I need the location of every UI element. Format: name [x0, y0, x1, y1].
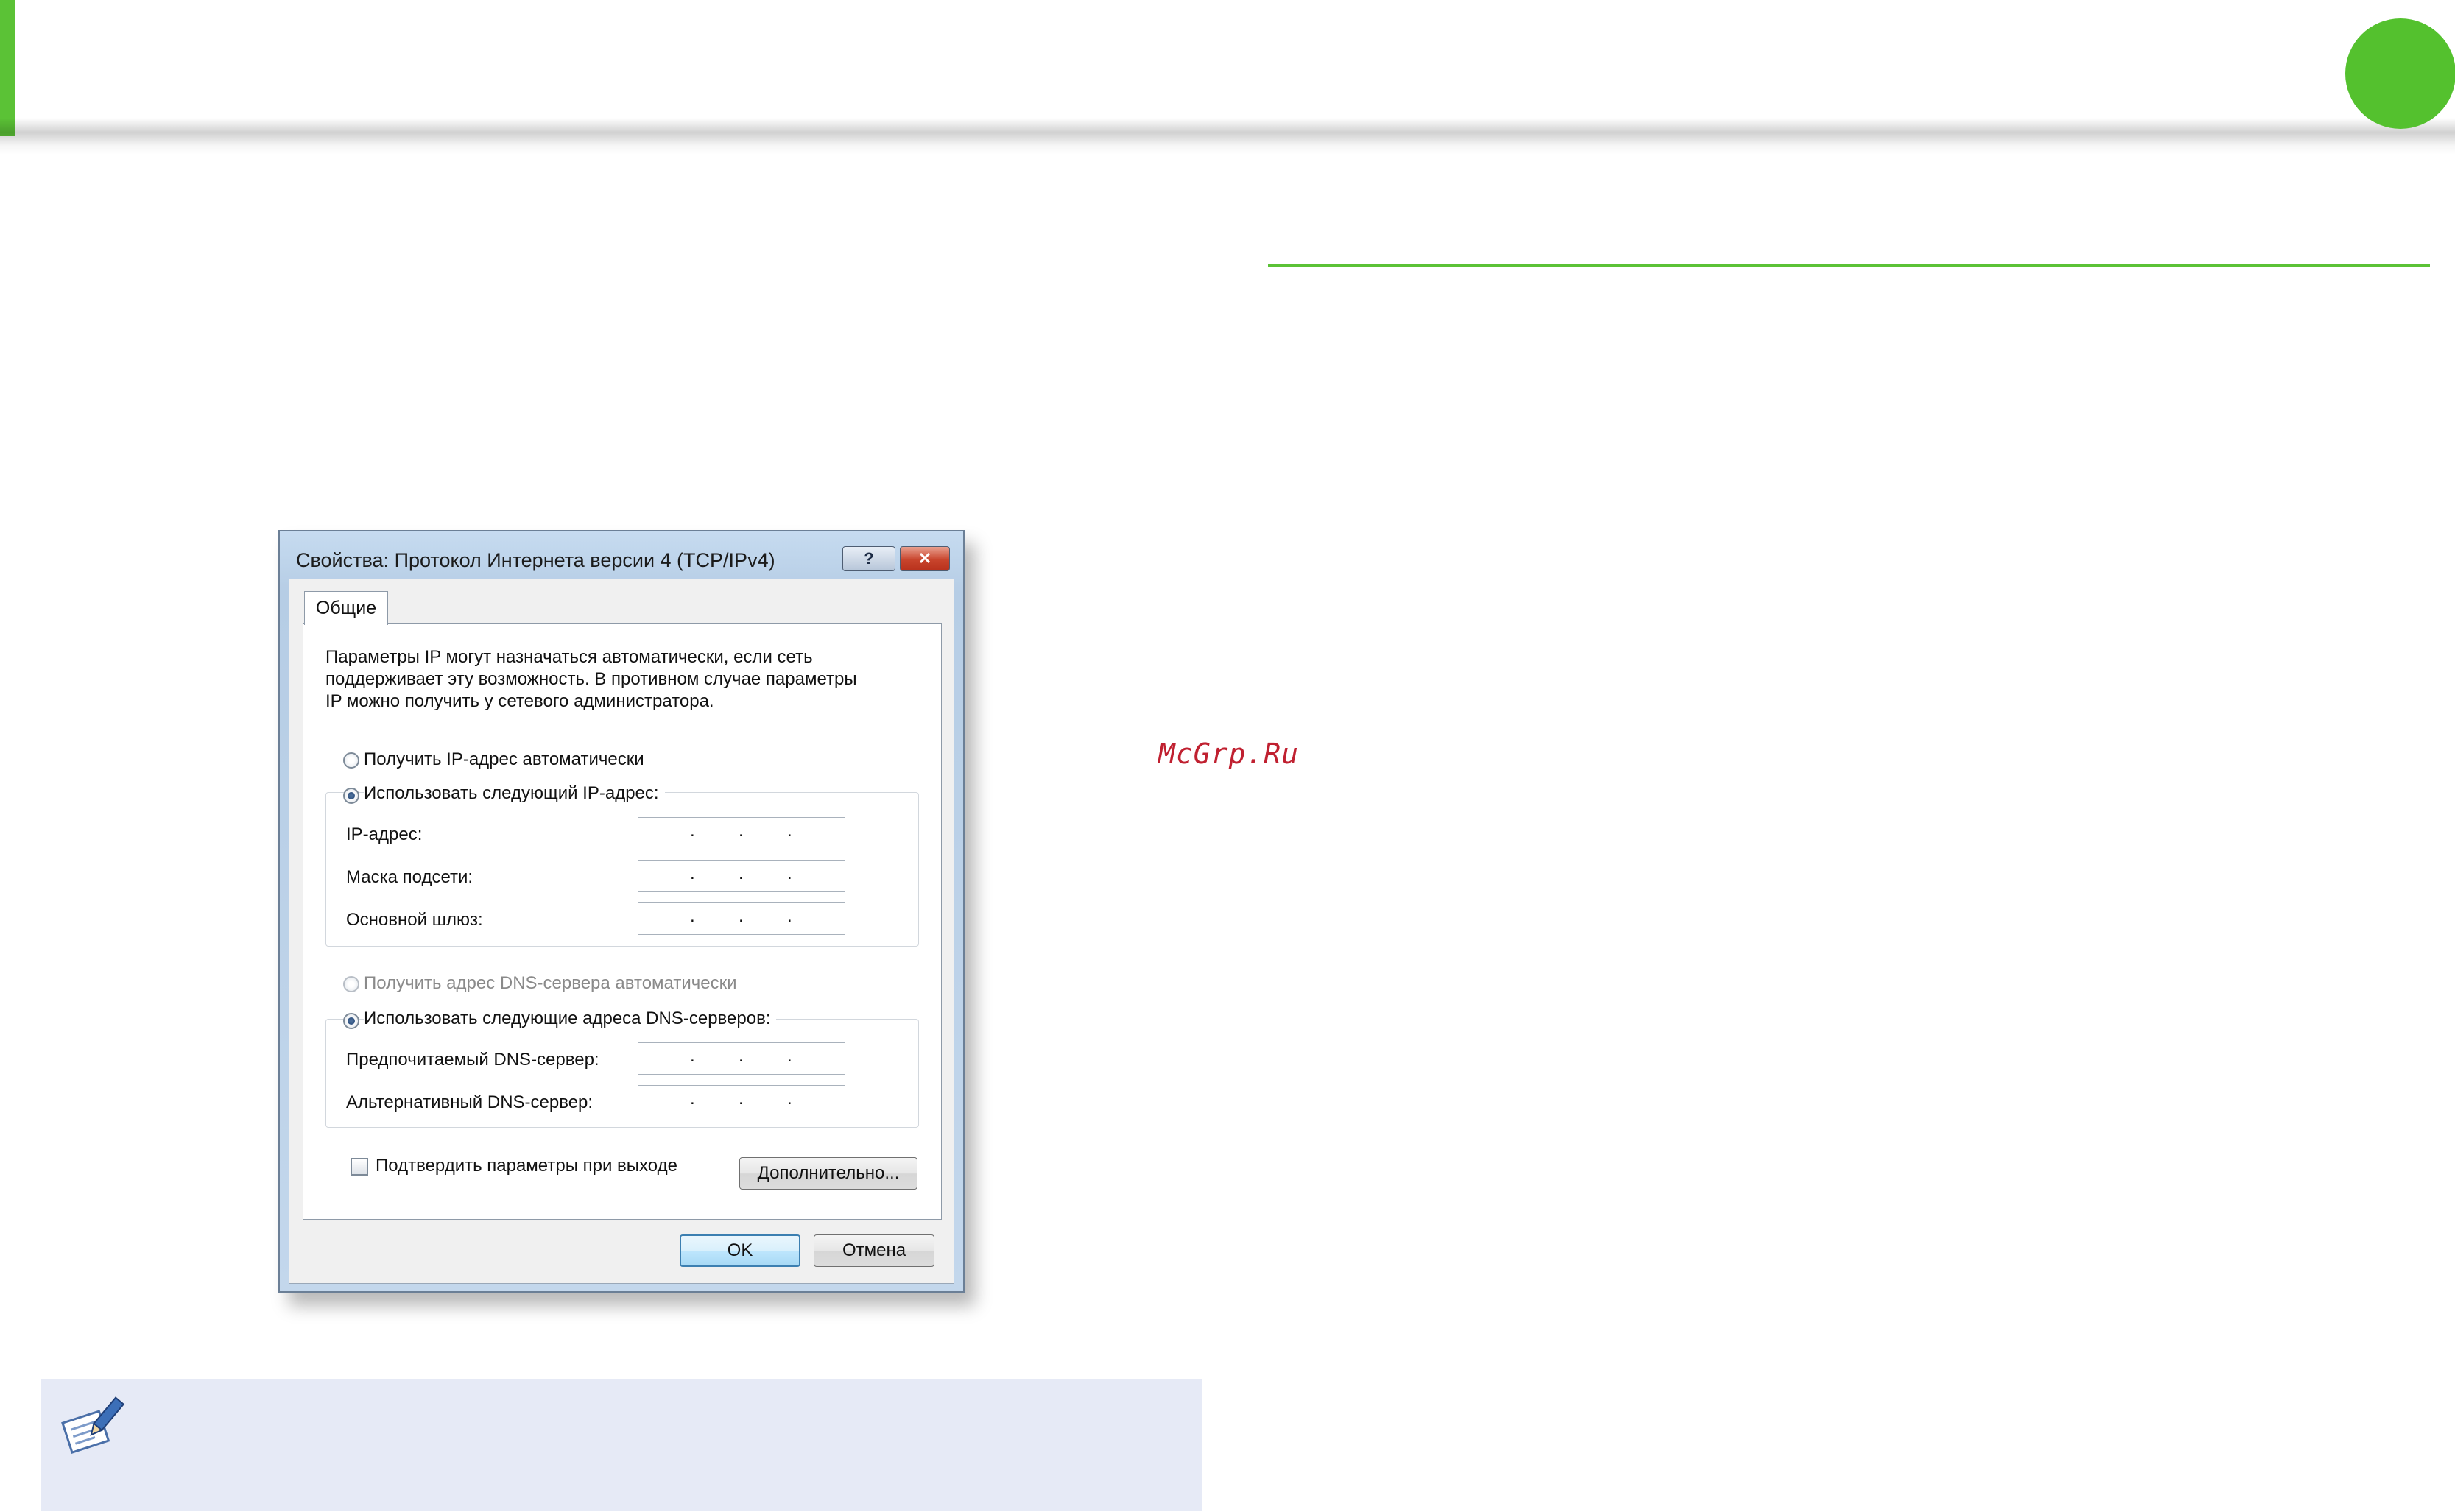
watermark: McGrp.Ru — [1158, 738, 1300, 770]
dns-manual-label[interactable]: Использовать следующие адреса DNS-сервер… — [364, 1008, 777, 1029]
subnet-mask-label: Маска подсети: — [346, 867, 473, 887]
default-gateway-label: Основной шлюз: — [346, 910, 483, 930]
advanced-button[interactable]: Дополнительно... — [739, 1157, 917, 1190]
help-icon: ? — [864, 549, 874, 568]
close-button[interactable]: ✕ — [900, 546, 950, 571]
ip-auto-label[interactable]: Получить IP-адрес автоматически — [364, 749, 644, 770]
ip-manual-label[interactable]: Использовать следующий IP-адрес: — [364, 783, 665, 804]
cancel-button[interactable]: Отмена — [814, 1234, 934, 1267]
default-gateway-input[interactable]: . . . — [638, 902, 845, 935]
help-button[interactable]: ? — [842, 546, 895, 571]
validate-checkbox[interactable] — [351, 1158, 368, 1176]
alternate-dns-input[interactable]: . . . — [638, 1085, 845, 1117]
description-line: IP можно получить у сетевого администрат… — [325, 691, 714, 711]
ok-button[interactable]: OK — [680, 1234, 800, 1267]
subnet-mask-input[interactable]: . . . — [638, 860, 845, 892]
page-accent-bar — [0, 0, 15, 136]
validate-label[interactable]: Подтвердить параметры при выходе — [376, 1156, 677, 1176]
dialog-client-area: Общие Параметры IP могут назначаться авт… — [289, 579, 954, 1284]
tcpip-properties-dialog: Свойства: Протокол Интернета версии 4 (T… — [278, 530, 965, 1293]
header-divider — [0, 118, 2455, 155]
ip-manual-radio[interactable] — [343, 788, 359, 804]
ip-address-label: IP-адрес: — [346, 824, 423, 844]
preferred-dns-label: Предпочитаемый DNS-сервер: — [346, 1050, 599, 1070]
dialog-title: Свойства: Протокол Интернета версии 4 (T… — [296, 549, 775, 571]
dns-auto-label[interactable]: Получить адрес DNS-сервера автоматически — [364, 973, 737, 994]
tab-panel-general: Параметры IP могут назначаться автоматич… — [303, 623, 942, 1220]
close-icon: ✕ — [917, 549, 932, 568]
tab-general[interactable]: Общие — [304, 591, 388, 625]
ip-auto-radio[interactable] — [343, 752, 359, 769]
ip-address-input[interactable]: . . . — [638, 817, 845, 849]
dns-auto-radio[interactable] — [343, 976, 359, 992]
dialog-titlebar[interactable]: Свойства: Протокол Интернета версии 4 (T… — [280, 531, 963, 577]
pencil-note-icon — [61, 1396, 125, 1455]
section-rule — [1268, 264, 2430, 267]
alternate-dns-label: Альтернативный DNS-сервер: — [346, 1092, 594, 1112]
note-box — [41, 1379, 1202, 1511]
dns-manual-radio[interactable] — [343, 1013, 359, 1029]
description-line: поддерживает эту возможность. В противно… — [325, 669, 857, 689]
description-text: Параметры IP могут назначаться автоматич… — [325, 646, 900, 713]
description-line: Параметры IP могут назначаться автоматич… — [325, 647, 813, 667]
page-marker-circle — [2345, 18, 2455, 129]
preferred-dns-input[interactable]: . . . — [638, 1042, 845, 1075]
